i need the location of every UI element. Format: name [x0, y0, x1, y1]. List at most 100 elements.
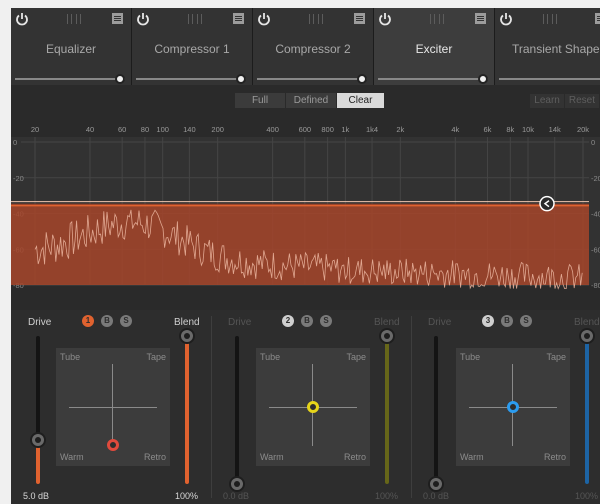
- blend-fader-knob[interactable]: [579, 328, 595, 344]
- freq-tick-label: 2k: [396, 125, 404, 134]
- power-icon[interactable]: [499, 12, 513, 26]
- menu-icon[interactable]: [595, 13, 600, 24]
- learn-button[interactable]: Learn: [530, 94, 565, 108]
- view-mode-selector: Full Defined Clear: [235, 93, 385, 108]
- solo-button[interactable]: S: [520, 315, 532, 327]
- slider-knob[interactable]: [236, 74, 246, 84]
- drag-handle[interactable]: [309, 14, 323, 24]
- saturation-xy-pad[interactable]: Tube Tape Warm Retro: [456, 348, 570, 466]
- freq-tick-label: 1k4: [366, 125, 378, 134]
- freq-tick-label: 8k: [506, 125, 514, 134]
- module-mix-slider[interactable]: [378, 74, 488, 84]
- module-mix-slider[interactable]: [499, 78, 600, 80]
- spectrum-plot[interactable]: 20 40 60 80 100 140 200 400 600 800 1k 1k4 2k 4k 6k 8k 1…: [11, 125, 600, 295]
- freq-tick-label: 140: [183, 125, 196, 134]
- slider-knob[interactable]: [357, 74, 367, 84]
- menu-icon[interactable]: [112, 13, 123, 24]
- drive-fader[interactable]: [434, 336, 438, 484]
- corner-warm: Warm: [60, 452, 84, 462]
- exciter-band-region: [11, 203, 589, 285]
- menu-icon[interactable]: [354, 13, 365, 24]
- menu-icon[interactable]: [233, 13, 244, 24]
- pad-crosshair-v: [112, 364, 113, 446]
- tab-compressor-1[interactable]: Compressor 1: [132, 8, 253, 85]
- module-mix-slider[interactable]: [257, 74, 367, 84]
- band-number-badge[interactable]: 3: [482, 315, 494, 327]
- drive-fader[interactable]: [36, 336, 40, 484]
- drive-fader-knob[interactable]: [428, 476, 444, 492]
- drive-fader[interactable]: [235, 336, 239, 484]
- freq-tick-label: 200: [211, 125, 224, 134]
- drive-label: Drive: [28, 317, 52, 328]
- corner-warm: Warm: [460, 452, 484, 462]
- slider-knob[interactable]: [115, 74, 125, 84]
- blend-fader-knob[interactable]: [179, 328, 195, 344]
- solo-button[interactable]: S: [120, 315, 132, 327]
- blend-fader-fill: [185, 336, 189, 484]
- tab-exciter[interactable]: Exciter: [374, 8, 495, 85]
- corner-warm: Warm: [260, 452, 284, 462]
- band-number-badge[interactable]: 2: [282, 315, 294, 327]
- power-icon[interactable]: [257, 12, 271, 26]
- solo-button[interactable]: S: [320, 315, 332, 327]
- freq-tick-label: 4k: [451, 125, 459, 134]
- module-tab-bar: Equalizer Compressor 1 Compressor 2 Exci…: [11, 8, 600, 85]
- pad-position-handle[interactable]: [507, 401, 519, 413]
- freq-tick-label: 40: [86, 125, 94, 134]
- drive-fader-knob[interactable]: [229, 476, 245, 492]
- tab-equalizer[interactable]: Equalizer: [11, 8, 132, 85]
- pad-position-handle[interactable]: [307, 401, 319, 413]
- reset-button[interactable]: Reset: [564, 94, 600, 108]
- blend-fader[interactable]: [585, 336, 589, 484]
- blend-fader-fill: [385, 336, 389, 484]
- slider-knob[interactable]: [478, 74, 488, 84]
- power-icon[interactable]: [136, 12, 150, 26]
- band-controls: 3 B S: [482, 315, 532, 327]
- module-mix-slider[interactable]: [136, 74, 246, 84]
- module-mix-slider[interactable]: [15, 74, 125, 84]
- freq-tick-label: 100: [156, 125, 169, 134]
- tab-compressor-2[interactable]: Compressor 2: [253, 8, 374, 85]
- saturation-xy-pad[interactable]: Tube Tape Warm Retro: [256, 348, 370, 466]
- pad-position-handle[interactable]: [107, 439, 119, 451]
- module-name: Transient Shaper: [512, 42, 600, 56]
- drag-handle[interactable]: [67, 14, 81, 24]
- drag-handle[interactable]: [543, 14, 557, 24]
- drive-label: Drive: [428, 317, 452, 328]
- blend-fader[interactable]: [185, 336, 189, 484]
- tab-transient-shaper[interactable]: Transient Shaper: [495, 8, 600, 85]
- band-number-badge[interactable]: 1: [82, 315, 94, 327]
- power-icon[interactable]: [378, 12, 392, 26]
- corner-retro: Retro: [543, 452, 566, 462]
- threshold-handle: [539, 195, 555, 212]
- drive-value: 0.0 dB: [423, 491, 450, 501]
- mode-full-button[interactable]: Full: [235, 93, 286, 108]
- module-name: Equalizer: [45, 42, 97, 56]
- blend-fader-knob[interactable]: [379, 328, 395, 344]
- drag-handle[interactable]: [430, 14, 444, 24]
- band-controls: 2 B S: [282, 315, 332, 327]
- freq-tick-label: 20: [31, 125, 39, 134]
- corner-tube: Tube: [460, 352, 481, 362]
- blend-fader[interactable]: [385, 336, 389, 484]
- saturation-xy-pad[interactable]: Tube Tape Warm Retro: [56, 348, 170, 466]
- spectrum-panel: Full Defined Clear Learn Reset 20 40 60 80 1…: [11, 85, 600, 310]
- band-1: Drive 1 B S Blend Tube Tape Warm Retro 5…: [13, 310, 209, 504]
- power-icon[interactable]: [15, 12, 29, 26]
- drive-label: Drive: [228, 317, 252, 328]
- mode-defined-button[interactable]: Defined: [286, 93, 337, 108]
- module-name: Exciter: [415, 42, 453, 56]
- bypass-button[interactable]: B: [301, 315, 313, 327]
- drag-handle[interactable]: [188, 14, 202, 24]
- band-3: Drive 3 B S Blend Tube Tape Warm Retro 0…: [413, 310, 600, 504]
- blend-fader-fill: [585, 336, 589, 484]
- drive-fader-knob[interactable]: [30, 432, 46, 448]
- db-tick-label: -60: [591, 245, 600, 254]
- bypass-button[interactable]: B: [101, 315, 113, 327]
- db-tick-label: -80: [591, 281, 600, 290]
- mode-clear-button[interactable]: Clear: [337, 93, 385, 108]
- drive-value: 0.0 dB: [223, 491, 250, 501]
- pad-crosshair-h: [69, 407, 157, 408]
- menu-icon[interactable]: [475, 13, 486, 24]
- bypass-button[interactable]: B: [501, 315, 513, 327]
